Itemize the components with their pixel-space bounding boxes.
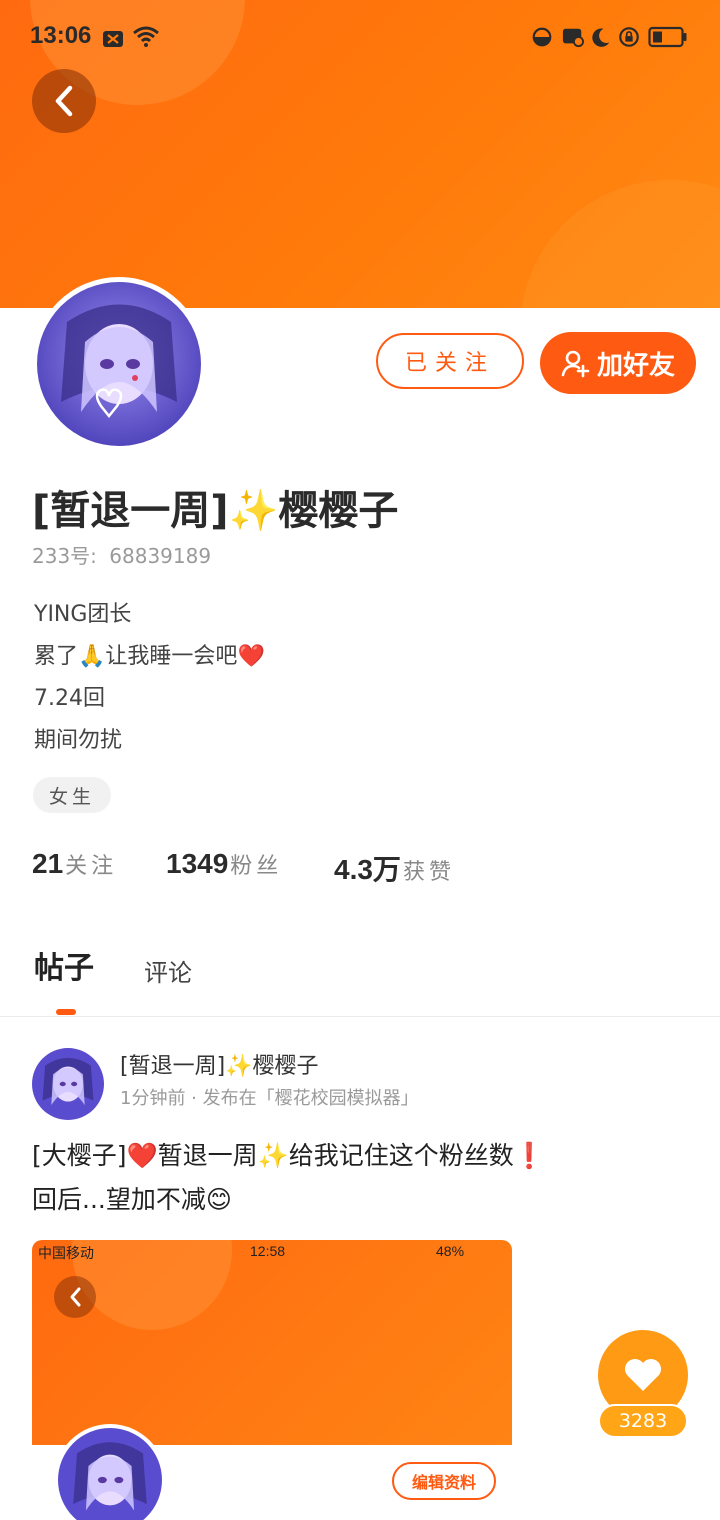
- profile-tabs: 帖子 评论: [0, 935, 720, 1017]
- user-id[interactable]: 233号: 68839189: [32, 540, 211, 569]
- chevron-left-icon: [70, 1287, 81, 1307]
- post-author-name[interactable]: [暂退一周]✨樱樱子: [120, 1048, 319, 1080]
- status-bar: 13:06: [0, 0, 720, 74]
- stat-followers[interactable]: 1349粉丝: [166, 848, 282, 880]
- bio-line: 期间勿扰: [34, 728, 123, 753]
- stat-value: 21: [32, 848, 64, 879]
- notification-icon: [103, 31, 123, 47]
- like-count: 3283: [598, 1404, 688, 1438]
- banner-decoration: [520, 180, 720, 308]
- image-edit-profile-button: 编辑资料: [392, 1462, 496, 1500]
- user-plus-icon: [561, 350, 590, 378]
- profile-bio: YING团长 累了🙏让我睡一会吧❤️ 7.24回 期间勿扰: [34, 594, 265, 762]
- bio-line: 7.24回: [34, 686, 105, 711]
- stat-following[interactable]: 21关注: [32, 848, 117, 880]
- tab-comments[interactable]: 评论: [144, 953, 192, 988]
- followed-button[interactable]: 已关注: [376, 333, 524, 389]
- profile-name: [暂退一周]✨樱樱子: [32, 478, 398, 536]
- mode-icon: [532, 27, 552, 47]
- image-battery: 48%: [436, 1243, 465, 1259]
- post-text-line: 回后...望加不减😊: [32, 1185, 232, 1214]
- stat-value: 4.3万: [334, 854, 401, 885]
- chevron-left-icon: [55, 85, 73, 117]
- uid-label: 233号:: [32, 544, 97, 568]
- stat-label: 获赞: [402, 860, 455, 885]
- image-time: 12:58: [250, 1243, 286, 1259]
- image-back-icon: [54, 1276, 96, 1318]
- profile-avatar[interactable]: [32, 277, 206, 451]
- heart-icon: [625, 1359, 661, 1391]
- name-text: 樱樱子: [278, 488, 399, 534]
- sparkle-emoji: ✨: [228, 488, 279, 534]
- gender-tag: 女生: [33, 777, 111, 813]
- image-banner: 中国移动 12:58 48%: [32, 1240, 512, 1445]
- bio-line: YING团长: [34, 602, 132, 627]
- post-text-line: [大樱子]❤️暂退一周✨给我记住这个粉丝数❗: [32, 1141, 545, 1170]
- post-body[interactable]: [大樱子]❤️暂退一周✨给我记住这个粉丝数❗ 回后...望加不减😊: [32, 1134, 692, 1222]
- lock-rotation-icon: [619, 27, 639, 47]
- post-author-avatar[interactable]: [32, 1048, 104, 1120]
- add-friend-button[interactable]: 加好友: [540, 332, 696, 394]
- back-button[interactable]: [32, 69, 96, 133]
- tab-indicator: [56, 1009, 76, 1015]
- image-carrier: 中国移动: [38, 1245, 94, 1261]
- message-icon: [562, 28, 584, 48]
- image-status-bar: 中国移动 12:58 48%: [32, 1240, 512, 1266]
- wifi-icon: [133, 26, 159, 47]
- avatar-image: [37, 282, 201, 446]
- bio-line: 累了🙏让我睡一会吧❤️: [34, 644, 265, 669]
- stat-label: 粉丝: [230, 854, 283, 879]
- add-friend-label: 加好友: [596, 350, 675, 381]
- status-time: 13:06: [30, 22, 92, 49]
- uid-value: 68839189: [109, 544, 212, 568]
- stat-value: 1349: [166, 848, 229, 879]
- battery-icon: [648, 26, 687, 48]
- post-image[interactable]: 中国移动 12:58 48% 编辑资料: [32, 1240, 512, 1520]
- post-meta: 1分钟前 · 发布在「樱花校园模拟器」: [120, 1088, 419, 1109]
- stat-likes[interactable]: 4.3万获赞: [334, 848, 455, 888]
- moon-icon: [592, 28, 610, 47]
- stat-label: 关注: [65, 854, 118, 879]
- tab-posts[interactable]: 帖子: [34, 943, 94, 987]
- name-prefix: [暂退一周]: [32, 488, 229, 534]
